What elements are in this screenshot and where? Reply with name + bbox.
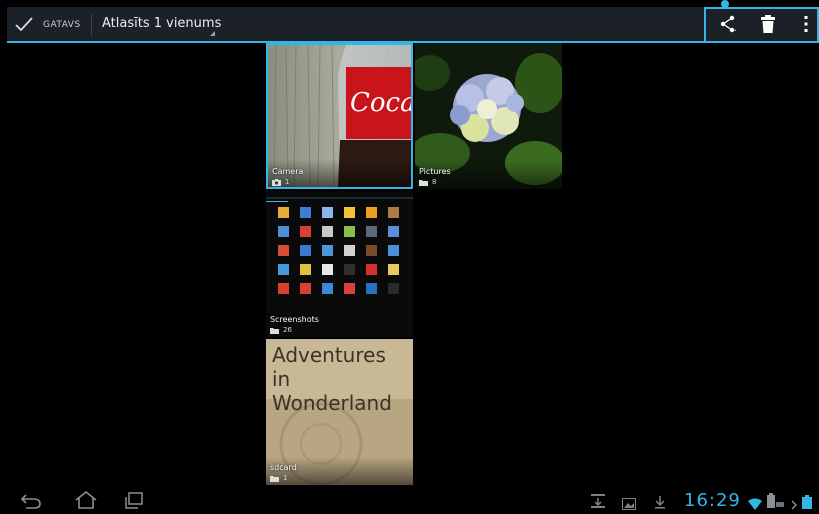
svg-text:Coca-Co: Coca-Co: [350, 88, 411, 118]
more-vert-icon: [804, 15, 808, 37]
overflow-menu-button[interactable]: [800, 15, 812, 37]
album-camera[interactable]: Coca-Co Camera 1: [266, 43, 413, 189]
image-notification-icon: [622, 495, 636, 514]
folder-icon: [270, 475, 279, 482]
album-sdcard[interactable]: Adventures in Wonderland sdcard 1: [266, 339, 413, 485]
trash-icon: [761, 15, 775, 37]
album-count-value: 1: [285, 178, 290, 186]
divider: [91, 14, 92, 36]
wifi-icon: [748, 495, 762, 514]
system-bar: 16:29: [0, 488, 819, 514]
selection-title[interactable]: Atlasīts 1 vienums: [102, 16, 221, 31]
recent-apps-icon: [125, 492, 143, 509]
album-title: Screenshots: [270, 315, 319, 324]
back-icon: [20, 494, 41, 509]
checkmark-icon: [15, 17, 33, 33]
home-button[interactable]: [74, 490, 98, 513]
album-title: Camera: [272, 167, 304, 176]
thumbnail-text: Adventures in Wonderland: [272, 343, 413, 415]
album-title: Pictures: [419, 167, 451, 176]
album-count: 1: [270, 474, 287, 482]
share-button[interactable]: [716, 15, 740, 37]
album-count-value: 8: [432, 178, 437, 186]
done-button[interactable]: GATAVS: [15, 13, 81, 37]
album-count-value: 26: [283, 326, 292, 334]
home-icon: [75, 490, 97, 509]
download-icon: [654, 494, 666, 513]
action-bar: GATAVS Atlasīts 1 vienums: [7, 7, 819, 43]
album-count: 26: [270, 326, 292, 334]
album-title: sdcard: [270, 463, 297, 472]
album-count: 1: [272, 178, 289, 186]
chevron-right-icon: [791, 495, 797, 514]
battery-icon: [767, 493, 785, 512]
album-count: 8: [419, 178, 436, 186]
touch-indicator: [721, 0, 729, 8]
album-screenshots[interactable]: Screenshots 26: [266, 191, 413, 337]
selection-actions: [704, 7, 819, 43]
done-label: GATAVS: [43, 20, 81, 30]
share-icon: [719, 15, 737, 37]
clock: 16:29: [684, 490, 741, 511]
thumbnail-line1: Adventures: [272, 343, 386, 367]
folder-icon: [270, 327, 279, 334]
album-count-value: 1: [283, 474, 288, 482]
recent-apps-button[interactable]: [124, 492, 144, 514]
delete-button[interactable]: [756, 15, 780, 37]
thumbnail-line2: in Wonderland: [272, 367, 392, 415]
dropdown-indicator-icon: [210, 31, 215, 36]
folder-icon: [419, 179, 428, 186]
camera-icon: [272, 178, 281, 186]
dock-battery-icon: [802, 494, 812, 513]
back-button[interactable]: [20, 493, 42, 513]
album-pictures[interactable]: Pictures 8: [415, 43, 562, 189]
download-tray-icon: [590, 493, 606, 513]
